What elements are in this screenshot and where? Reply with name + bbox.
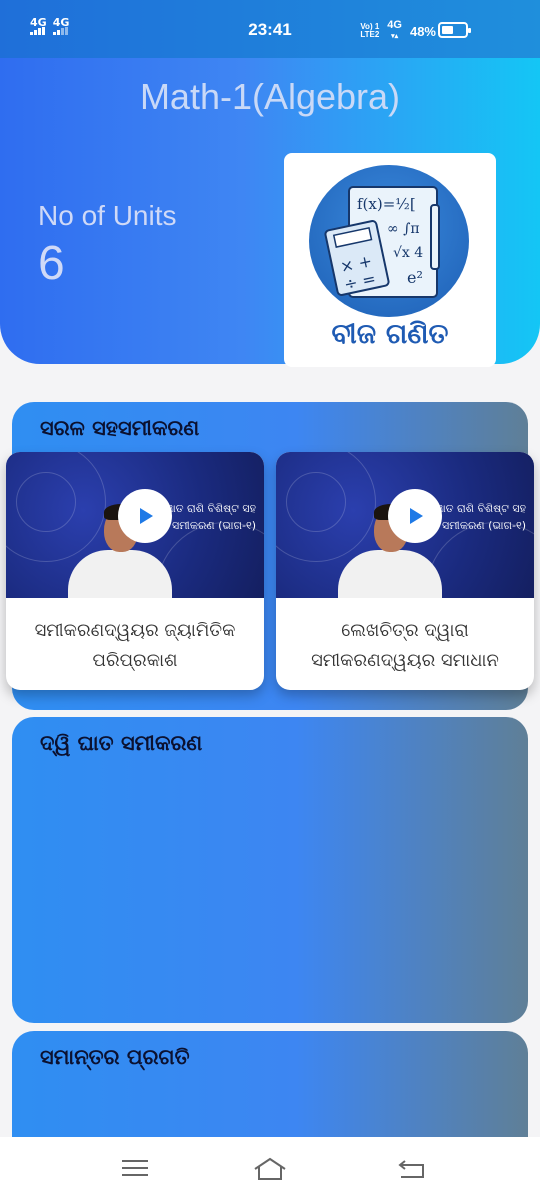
units-label: No of Units	[38, 200, 177, 231]
svg-text:∞ ∫π: ∞ ∫π	[387, 221, 420, 237]
home-icon[interactable]	[253, 1155, 286, 1183]
data-indicator: 4G ▾▴	[387, 19, 402, 41]
video-title: ସମୀକରଣଦ୍ୱୟର ଜ୍ୟାମିତିକ ପରିପ୍ରକାଶ	[34, 620, 236, 671]
subject-card: f(x)=½[ ∞ ∫π √x 4 e² × + ÷ = ବୀଜ ଗଣିତ	[284, 153, 496, 367]
video-thumbnail[interactable]: ଅଜ୍ଞାତ ରାଶି ବିଶିଷ୍ଟ ସହ ସମୀକରଣ (ଭାଗ-୧)	[276, 452, 534, 598]
video-card[interactable]: ଅଜ୍ଞାତ ରାଶି ବିଶିଷ୍ଟ ସହ ସମୀକରଣ (ଭାଗ-୧) ସମ…	[6, 452, 264, 690]
lte-label: LTE2	[360, 30, 380, 39]
presenter-image	[68, 550, 172, 598]
algebra-calculator-icon: f(x)=½[ ∞ ∫π √x 4 e² × + ÷ =	[309, 165, 469, 317]
play-button-icon[interactable]	[118, 489, 172, 543]
battery-icon	[438, 22, 471, 38]
status-bar: 4G 4G 23:41 Vo) 1 LTE2 4G ▾▴ 48%	[0, 0, 540, 58]
system-nav-bar	[0, 1137, 540, 1200]
units-count: 6	[38, 237, 65, 290]
svg-text:√x 4: √x 4	[393, 245, 423, 261]
unit-title: ସରଳ ସହସମୀକରଣ	[40, 416, 200, 440]
volte-indicator: Vo) 1 LTE2	[360, 23, 379, 39]
play-button-icon[interactable]	[388, 489, 442, 543]
battery-percent: 48%	[409, 23, 436, 39]
video-card[interactable]: ଅଜ୍ଞାତ ରାଶି ବିଶିଷ୍ଟ ସହ ସମୀକରଣ (ଭାଗ-୧) ଲେ…	[276, 452, 534, 690]
svg-text:e²: e²	[407, 268, 423, 287]
video-thumbnail[interactable]: ଅଜ୍ଞାତ ରାଶି ବିଶିଷ୍ଟ ସହ ସମୀକରଣ (ଭାଗ-୧)	[6, 452, 264, 598]
subject-name: ବୀଜ ଗଣିତ	[331, 317, 449, 350]
unit-card-1[interactable]: ସରଳ ସହସମୀକରଣ ଅଜ୍ଞାତ ରାଶି ବିଶିଷ୍ଟ ସହ ସମୀକ…	[6, 402, 534, 710]
unit-title: ଦ୍ୱି ଘାତ ସମୀକରଣ	[40, 731, 203, 755]
course-header: Math-1(Algebra) No of Units 6 f(x)=½[ ∞ …	[0, 58, 540, 367]
back-icon[interactable]	[397, 1155, 427, 1183]
net3-label: 4G	[387, 19, 402, 31]
svg-text:f(x)=½[: f(x)=½[	[357, 195, 416, 213]
page-title: Math-1(Algebra)	[139, 76, 401, 117]
video-title: ଲେଖଚିତ୍ର ଦ୍ୱାରା ସମୀକରଣଦ୍ୱୟର ସମାଧାନ	[311, 620, 499, 671]
unit-title: ସମାନ୍ତର ପ୍ରଗତି	[40, 1045, 190, 1069]
presenter-image	[338, 550, 442, 598]
unit-card-2[interactable]: ଦ୍ୱି ଘାତ ସମୀକରଣ	[12, 717, 528, 1023]
menu-icon[interactable]	[120, 1155, 150, 1183]
